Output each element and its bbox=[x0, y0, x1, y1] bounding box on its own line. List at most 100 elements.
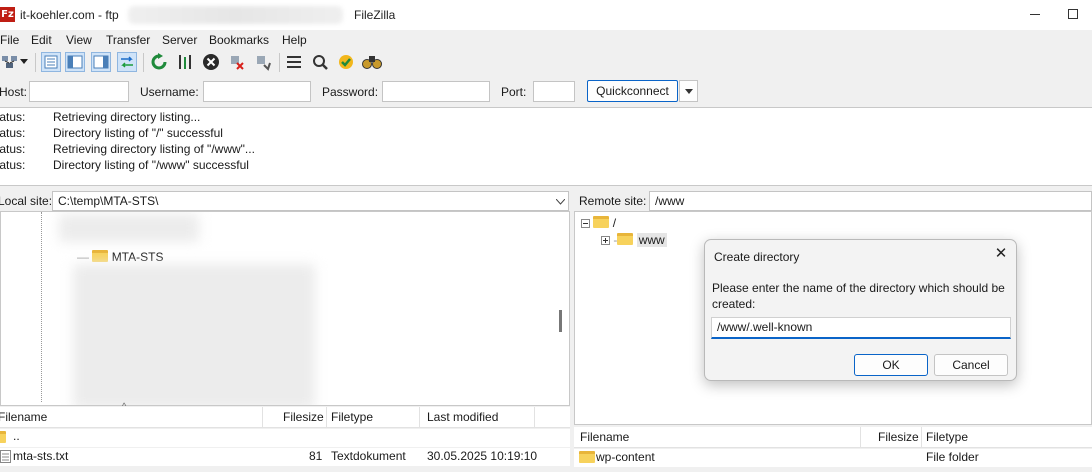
window-title-app: FileZilla bbox=[354, 8, 396, 22]
folder-icon bbox=[0, 431, 6, 443]
table-row[interactable]: .. bbox=[0, 429, 570, 447]
folder-icon bbox=[579, 451, 595, 463]
reconnect-icon[interactable] bbox=[253, 52, 273, 72]
column-filename[interactable]: Filename bbox=[580, 430, 629, 444]
log-row: Status: Retrieving directory listing... bbox=[0, 110, 1092, 126]
port-label: Port: bbox=[501, 85, 527, 99]
folder-icon bbox=[617, 233, 634, 245]
log-status-label: Status: bbox=[0, 110, 26, 124]
refresh-icon[interactable] bbox=[149, 52, 169, 72]
column-divider[interactable] bbox=[262, 407, 263, 428]
compare-icon[interactable] bbox=[310, 52, 330, 72]
column-filesize[interactable]: Filesize bbox=[878, 430, 919, 444]
remote-file-list-header: Filename Filesize Filetype bbox=[574, 427, 1092, 448]
column-filetype[interactable]: Filetype bbox=[331, 410, 373, 424]
toggle-log-icon[interactable] bbox=[41, 52, 61, 72]
quickconnect-bar: Host: Username: Password: Port: Quickcon… bbox=[0, 78, 1092, 106]
toolbar-separator bbox=[279, 53, 280, 72]
collapse-icon[interactable] bbox=[581, 219, 590, 228]
quickconnect-history-dropdown[interactable] bbox=[679, 80, 698, 102]
tree-item-root[interactable]: / bbox=[581, 215, 616, 230]
host-input[interactable] bbox=[29, 81, 129, 102]
toolbar-separator bbox=[143, 53, 144, 72]
sync-browse-icon[interactable] bbox=[336, 52, 356, 72]
username-label: Username: bbox=[140, 85, 199, 99]
remote-path-input[interactable]: /www bbox=[649, 191, 1092, 211]
menu-server[interactable]: Server bbox=[162, 33, 197, 47]
dropdown-arrow-icon[interactable] bbox=[18, 52, 30, 72]
expand-icon[interactable] bbox=[601, 236, 610, 245]
redacted-area bbox=[59, 214, 199, 242]
folder-icon bbox=[92, 250, 109, 262]
redacted-area bbox=[73, 264, 315, 405]
menu-transfer[interactable]: Transfer bbox=[106, 33, 150, 47]
log-row: Status: Retrieving directory listing of … bbox=[0, 142, 1092, 158]
disconnect-icon[interactable] bbox=[227, 52, 247, 72]
tree-item-label: www bbox=[636, 233, 667, 247]
password-input[interactable] bbox=[382, 81, 490, 102]
toggle-local-tree-icon[interactable] bbox=[65, 52, 85, 72]
scrollbar-thumb[interactable] bbox=[559, 310, 562, 332]
dialog-title: Create directory bbox=[714, 250, 800, 264]
log-message: Directory listing of "/www" successful bbox=[53, 158, 249, 172]
menu-bar: File Edit View Transfer Server Bookmarks… bbox=[0, 30, 1092, 50]
log-row: Status: Directory listing of "/www" succ… bbox=[0, 158, 1092, 174]
tree-line bbox=[41, 212, 42, 402]
column-filename[interactable]: Filename bbox=[0, 410, 47, 424]
table-row[interactable]: wp-content File folder bbox=[574, 449, 1092, 467]
table-row[interactable]: mta-sts.txt 81 Textdokument 30.05.2025 1… bbox=[0, 448, 570, 466]
minimize-button[interactable] bbox=[1030, 14, 1040, 15]
menu-edit[interactable]: Edit bbox=[31, 33, 52, 47]
directory-name-input[interactable]: /www/.well-known bbox=[711, 317, 1011, 339]
process-queue-icon[interactable] bbox=[175, 52, 195, 72]
cancel-icon[interactable] bbox=[201, 52, 221, 72]
ok-button[interactable]: OK bbox=[854, 354, 928, 376]
directory-filter-icon[interactable] bbox=[284, 52, 304, 72]
file-type: Textdokument bbox=[331, 449, 406, 463]
log-message: Directory listing of "/" successful bbox=[53, 126, 223, 140]
tree-item-www[interactable]: - www bbox=[601, 232, 667, 247]
folder-icon bbox=[593, 216, 610, 228]
tree-item-mta-sts[interactable]: — MTA-STS bbox=[77, 249, 163, 264]
cancel-button[interactable]: Cancel bbox=[934, 354, 1008, 376]
column-divider[interactable] bbox=[419, 407, 420, 428]
toolbar-separator bbox=[35, 53, 36, 72]
column-divider[interactable] bbox=[921, 427, 922, 448]
log-message: Retrieving directory listing... bbox=[53, 110, 201, 124]
message-log: Status: Retrieving directory listing... … bbox=[0, 107, 1092, 186]
password-label: Password: bbox=[322, 85, 379, 99]
toggle-queue-icon[interactable] bbox=[117, 52, 137, 72]
local-site-label: Local site: bbox=[0, 194, 53, 208]
site-manager-icon[interactable] bbox=[0, 52, 20, 72]
remote-site-label: Remote site: bbox=[579, 194, 647, 208]
column-divider[interactable] bbox=[326, 407, 327, 428]
search-icon[interactable] bbox=[362, 52, 382, 72]
column-divider[interactable] bbox=[860, 427, 861, 448]
menu-bookmarks[interactable]: Bookmarks bbox=[209, 33, 269, 47]
log-status-label: Status: bbox=[0, 126, 26, 140]
menu-view[interactable]: View bbox=[66, 33, 92, 47]
column-filesize[interactable]: Filesize bbox=[283, 410, 324, 424]
host-label: Host: bbox=[0, 85, 28, 99]
close-icon[interactable]: ✕ bbox=[993, 246, 1009, 262]
dialog-prompt: Please enter the name of the directory w… bbox=[712, 281, 1005, 311]
maximize-button[interactable] bbox=[1068, 9, 1078, 19]
file-type: File folder bbox=[926, 450, 979, 464]
local-path-input[interactable]: C:\temp\MTA-STS\ bbox=[52, 191, 569, 211]
log-row: Status: Directory listing of "/" success… bbox=[0, 126, 1092, 142]
column-filetype[interactable]: Filetype bbox=[926, 430, 968, 444]
local-site-bar: Local site: C:\temp\MTA-STS\ bbox=[0, 189, 570, 212]
chevron-down-icon[interactable] bbox=[556, 199, 565, 205]
sort-ascending-icon: ^ bbox=[122, 401, 127, 411]
menu-file[interactable]: File bbox=[0, 33, 19, 47]
column-divider[interactable] bbox=[534, 407, 535, 428]
quickconnect-button[interactable]: Quickconnect bbox=[587, 80, 678, 102]
port-input[interactable] bbox=[533, 81, 575, 102]
log-status-label: Status: bbox=[0, 142, 26, 156]
toolbar bbox=[0, 50, 1092, 76]
tree-item-label: MTA-STS bbox=[111, 250, 164, 264]
toggle-remote-tree-icon[interactable] bbox=[91, 52, 111, 72]
menu-help[interactable]: Help bbox=[282, 33, 307, 47]
column-last-modified[interactable]: Last modified bbox=[427, 410, 498, 424]
username-input[interactable] bbox=[203, 81, 311, 102]
